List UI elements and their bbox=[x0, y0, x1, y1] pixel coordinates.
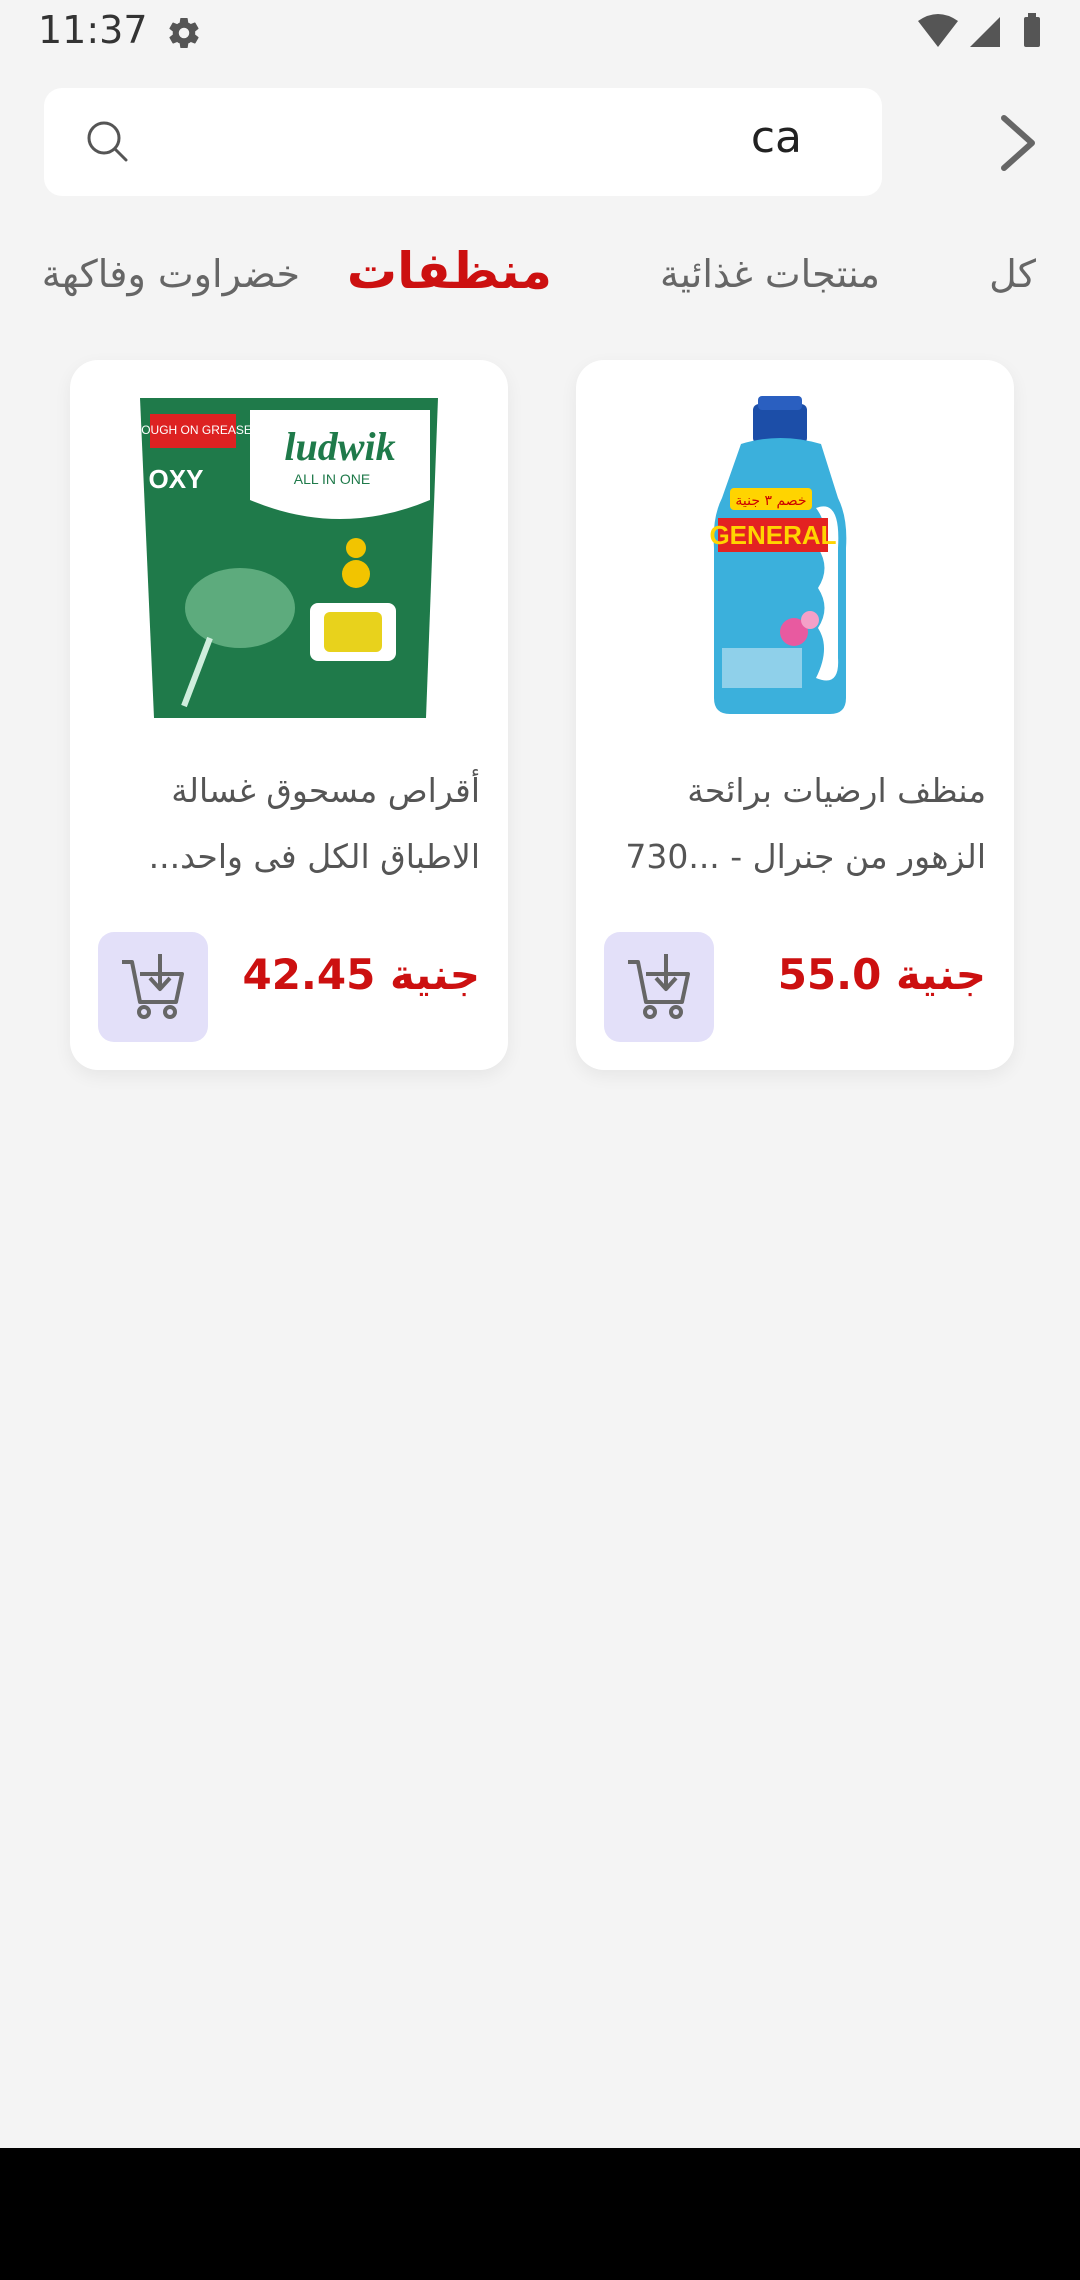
cell-signal-icon bbox=[970, 17, 1000, 47]
system-navigation-bar bbox=[0, 2148, 1080, 2280]
status-bar: 11:37 bbox=[0, 0, 1080, 66]
product-card[interactable]: GENERAL خصم ٣ جنية منظف ارضيات برائحة ال… bbox=[576, 360, 1014, 1070]
search-input[interactable]: ca bbox=[751, 112, 802, 163]
product-title[interactable]: منظف ارضيات برائحة الزهور من جنرال - ...… bbox=[604, 758, 986, 890]
add-to-cart-button[interactable] bbox=[98, 932, 208, 1042]
tab-all[interactable]: كل bbox=[989, 252, 1036, 296]
product-price: جنية 42.45 bbox=[242, 950, 480, 999]
status-time: 11:37 bbox=[38, 8, 148, 52]
general-label: GENERAL bbox=[709, 520, 836, 550]
cart-download-icon bbox=[122, 954, 184, 1019]
product-image: GENERAL خصم ٣ جنية bbox=[709, 396, 847, 714]
search-icon[interactable] bbox=[84, 118, 132, 166]
battery-icon bbox=[1024, 17, 1040, 47]
add-to-cart-button[interactable] bbox=[604, 932, 714, 1042]
wifi-icon bbox=[918, 14, 958, 47]
status-icons bbox=[918, 13, 1040, 47]
product-price: جنية 55.0 bbox=[777, 950, 986, 999]
tab-cleaners[interactable]: منظفات bbox=[347, 242, 552, 300]
category-tabs: كل منتجات غذائية منظفات خضراوت وفاكهة bbox=[0, 236, 1080, 326]
general-badge: خصم ٣ جنية bbox=[735, 493, 806, 509]
cart-download-icon bbox=[628, 954, 690, 1019]
ludwik-sub: ALL IN ONE bbox=[294, 471, 371, 487]
ludwik-tag: TOUGH ON GREASE bbox=[134, 423, 252, 437]
tab-food-products[interactable]: منتجات غذائية bbox=[660, 252, 880, 296]
product-card[interactable]: TOUGH ON GREASE ludwik ALL IN ONE OXY أق… bbox=[70, 360, 508, 1070]
ludwik-brand: ludwik bbox=[284, 424, 395, 469]
ludwik-oxy: OXY bbox=[149, 464, 204, 494]
search-bar[interactable]: ca bbox=[44, 88, 882, 196]
back-chevron-icon[interactable] bbox=[986, 110, 1046, 176]
product-image: TOUGH ON GREASE ludwik ALL IN ONE OXY bbox=[134, 398, 438, 718]
settings-gear-icon bbox=[169, 18, 199, 49]
tab-vegetables-fruits[interactable]: خضراوت وفاكهة bbox=[42, 252, 300, 296]
product-title[interactable]: أقراص مسحوق غسالة الاطباق الكل فى واحد..… bbox=[98, 758, 480, 890]
